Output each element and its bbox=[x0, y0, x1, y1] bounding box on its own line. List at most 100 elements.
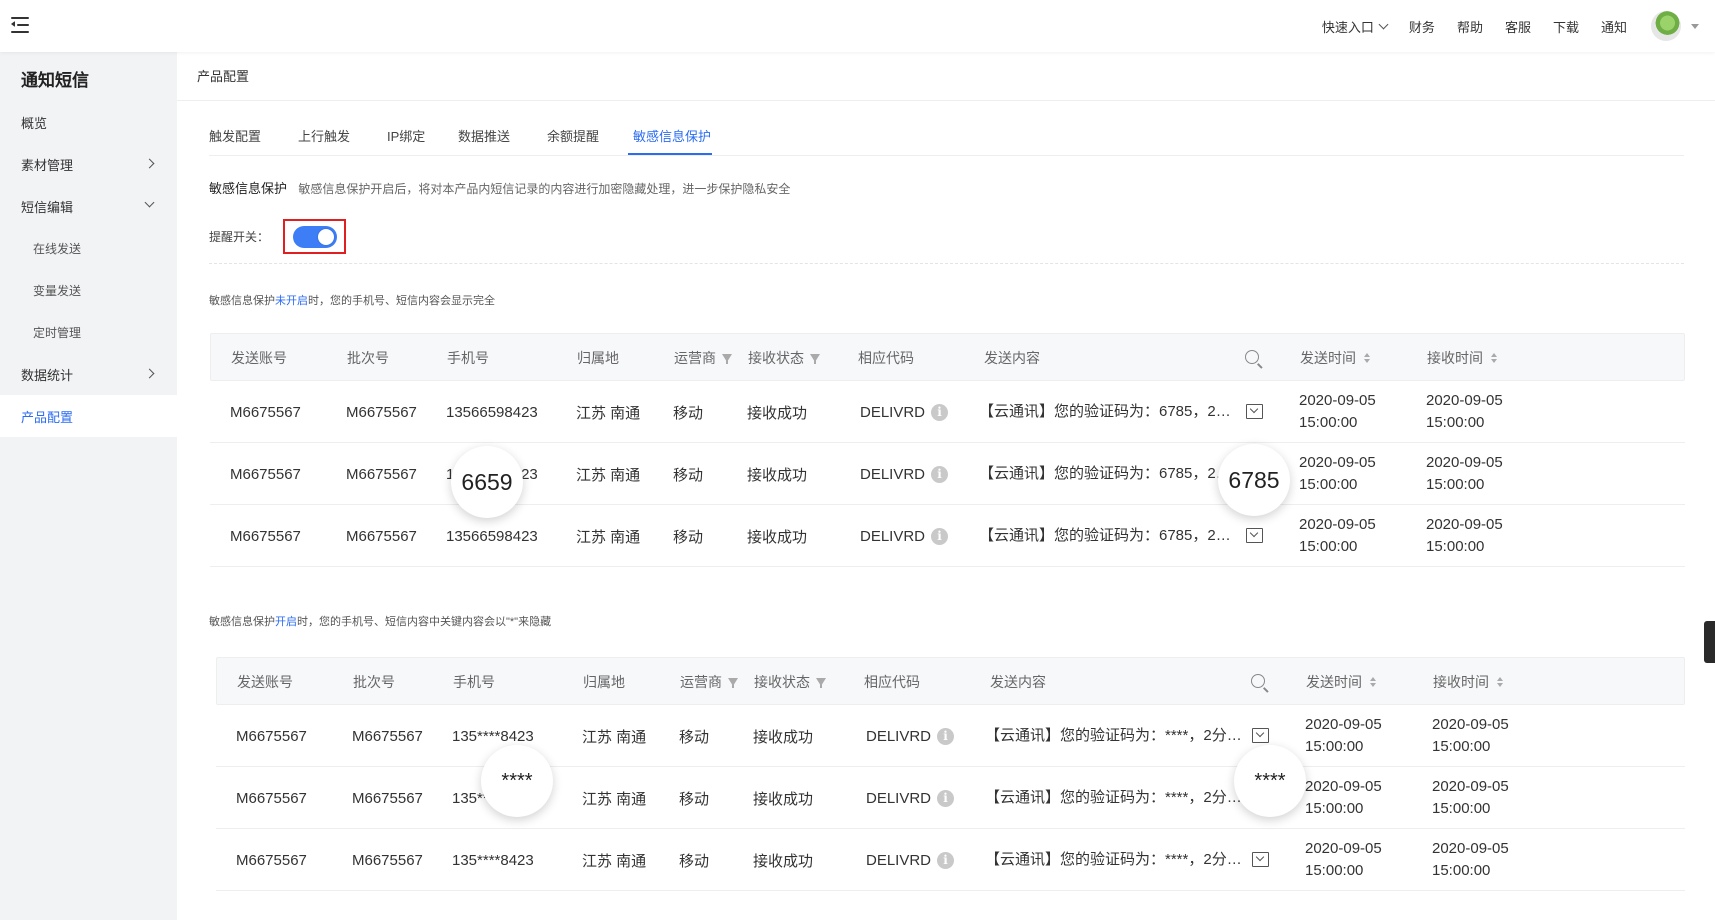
send-date: 2020-09-05 bbox=[1299, 454, 1376, 471]
tab-balance-reminder[interactable]: 余额提醒 bbox=[547, 126, 599, 145]
nav-finance[interactable]: 财务 bbox=[1409, 17, 1435, 36]
tab-sensitive-info[interactable]: 敏感信息保护 bbox=[633, 126, 711, 145]
table-header: 发送账号 批次号 手机号 归属地 运营商 接收状态 相应代码 发送内容 发送时间 接收时间 bbox=[216, 657, 1685, 705]
filter-icon[interactable] bbox=[722, 354, 732, 364]
cell-status: 接收成功 bbox=[753, 790, 814, 808]
nav-help[interactable]: 帮助 bbox=[1457, 17, 1483, 36]
records-table-protected: 发送账号 批次号 手机号 归属地 运营商 接收状态 相应代码 发送内容 发送时间 接收时间 M667… bbox=[216, 657, 1685, 907]
info-icon[interactable]: i bbox=[931, 403, 949, 421]
header-col-batch: 批次号 bbox=[347, 348, 389, 368]
table-row: M6675567M667556713566598423江苏 南通移动接收成功DE… bbox=[210, 505, 1685, 567]
cell-region: 江苏 南通 bbox=[576, 528, 641, 546]
cell-content: 【云通讯】您的验证码为：****，2分钟内有效 bbox=[985, 851, 1243, 868]
sort-icon[interactable] bbox=[1370, 677, 1376, 687]
quick-entry-menu[interactable]: 快速入口 bbox=[1322, 17, 1389, 36]
search-icon[interactable] bbox=[1245, 350, 1259, 364]
sidebar-item-scheduled[interactable]: 定时管理 bbox=[0, 311, 177, 353]
info-icon[interactable]: i bbox=[931, 527, 949, 545]
cell-send-time: 2020-09-05 15:00:00 bbox=[1299, 381, 1376, 443]
sort-icon[interactable] bbox=[1491, 353, 1497, 363]
sidebar-item-online-send[interactable]: 在线发送 bbox=[0, 227, 177, 269]
info-icon[interactable]: i bbox=[937, 789, 955, 807]
sidebar-item-product-config[interactable]: 产品配置 bbox=[0, 395, 177, 437]
note-text: 敏感信息保护 bbox=[209, 616, 275, 628]
header-col-account: 发送账号 bbox=[237, 672, 293, 692]
cell-account: M6675567 bbox=[236, 789, 307, 807]
caret-down-icon[interactable] bbox=[1691, 23, 1699, 29]
cell-recv-time: 2020-09-05 15:00:00 bbox=[1426, 381, 1503, 443]
sort-icon[interactable] bbox=[1497, 677, 1503, 687]
cell-carrier: 移动 bbox=[673, 404, 704, 422]
cell-batch: M6675567 bbox=[346, 403, 417, 421]
note-highlight: 开启 bbox=[275, 616, 297, 628]
code-value: DELIVRD bbox=[866, 727, 932, 745]
cell-region: 江苏 南通 bbox=[582, 728, 647, 746]
header-col-code: 相应代码 bbox=[858, 348, 914, 368]
chevron-right-icon bbox=[144, 368, 155, 379]
cell-send-time: 2020-09-05 15:00:00 bbox=[1299, 443, 1376, 505]
header-label: 批次号 bbox=[353, 674, 395, 690]
nav-notice[interactable]: 通知 bbox=[1601, 17, 1627, 36]
tab-trigger-config[interactable]: 触发配置 bbox=[209, 126, 261, 145]
cell-region: 江苏 南通 bbox=[582, 852, 647, 870]
cell-account: M6675567 bbox=[236, 727, 307, 745]
recv-time: 15:00:00 bbox=[1426, 476, 1485, 493]
send-date: 2020-09-05 bbox=[1299, 516, 1376, 533]
cell-region: 江苏 南通 bbox=[582, 790, 647, 808]
sidebar-item-statistics[interactable]: 数据统计 bbox=[0, 353, 177, 395]
expand-icon[interactable] bbox=[1252, 728, 1269, 743]
cell-carrier: 移动 bbox=[679, 728, 710, 746]
header-label: 相应代码 bbox=[858, 350, 914, 366]
expand-icon[interactable] bbox=[1246, 404, 1263, 419]
tab-bar: 触发配置 上行触发 IP绑定 数据推送 余额提醒 敏感信息保护 bbox=[209, 114, 1684, 156]
divider bbox=[209, 263, 1684, 264]
expand-icon[interactable] bbox=[1252, 852, 1269, 867]
toggle-knob bbox=[317, 228, 334, 245]
header-label: 运营商 bbox=[680, 674, 722, 690]
menu-toggle-icon[interactable] bbox=[11, 17, 31, 33]
cell-account: M6675567 bbox=[230, 403, 301, 421]
cell-content: 【云通讯】您的验证码为：6785，2分钟内有效 bbox=[979, 527, 1237, 544]
cell-region: 江苏 南通 bbox=[576, 404, 641, 422]
phone-magnifier-callout: **** bbox=[481, 745, 553, 817]
tab-data-push[interactable]: 数据推送 bbox=[458, 126, 510, 145]
cell-send-time: 2020-09-05 15:00:00 bbox=[1305, 705, 1382, 767]
search-icon[interactable] bbox=[1251, 674, 1265, 688]
tab-uplink-trigger[interactable]: 上行触发 bbox=[298, 126, 350, 145]
header-col-content: 发送内容 bbox=[990, 672, 1046, 692]
header-label: 归属地 bbox=[583, 674, 625, 690]
info-icon[interactable]: i bbox=[937, 727, 955, 745]
cell-region: 江苏 南通 bbox=[576, 466, 641, 484]
header-label: 接收时间 bbox=[1427, 350, 1483, 366]
filter-icon[interactable] bbox=[728, 678, 738, 688]
avatar[interactable] bbox=[1651, 11, 1681, 41]
sidebar-item-variable-send[interactable]: 变量发送 bbox=[0, 269, 177, 311]
send-date: 2020-09-05 bbox=[1305, 840, 1382, 857]
filter-icon[interactable] bbox=[816, 678, 826, 688]
nav-service[interactable]: 客服 bbox=[1505, 17, 1531, 36]
chevron-right-icon bbox=[144, 158, 155, 169]
scrollbar-handle[interactable] bbox=[1704, 621, 1715, 663]
table-header: 发送账号 批次号 手机号 归属地 运营商 接收状态 相应代码 发送内容 发送时间 接收时间 bbox=[210, 333, 1685, 381]
nav-download[interactable]: 下载 bbox=[1553, 17, 1579, 36]
header-label: 发送内容 bbox=[990, 674, 1046, 690]
sidebar-item-materials[interactable]: 素材管理 bbox=[0, 143, 177, 185]
note-text: 时，您的手机号、短信内容会显示完全 bbox=[308, 295, 495, 307]
send-date: 2020-09-05 bbox=[1305, 716, 1382, 733]
expand-icon[interactable] bbox=[1246, 528, 1263, 543]
cell-batch: M6675567 bbox=[352, 789, 423, 807]
cell-batch: M6675567 bbox=[352, 727, 423, 745]
filter-icon[interactable] bbox=[810, 354, 820, 364]
sort-icon[interactable] bbox=[1364, 353, 1370, 363]
cell-recv-time: 2020-09-05 15:00:00 bbox=[1432, 767, 1509, 829]
sidebar-item-sms-edit[interactable]: 短信编辑 bbox=[0, 185, 177, 227]
cell-content: 【云通讯】您的验证码为：6785，2分钟内有效 bbox=[979, 403, 1237, 420]
info-icon[interactable]: i bbox=[931, 465, 949, 483]
info-icon[interactable]: i bbox=[937, 851, 955, 869]
reminder-toggle[interactable] bbox=[292, 225, 337, 248]
tab-ip-binding[interactable]: IP绑定 bbox=[387, 126, 425, 145]
code-value: DELIVRD bbox=[866, 789, 932, 807]
table-row: M6675567 M6675567 135****8423 江苏 南通 移动 接收成功 DE… bbox=[216, 829, 1685, 891]
sidebar-item-overview[interactable]: 概览 bbox=[0, 101, 177, 143]
cell-phone: 135****8423 bbox=[452, 851, 534, 869]
